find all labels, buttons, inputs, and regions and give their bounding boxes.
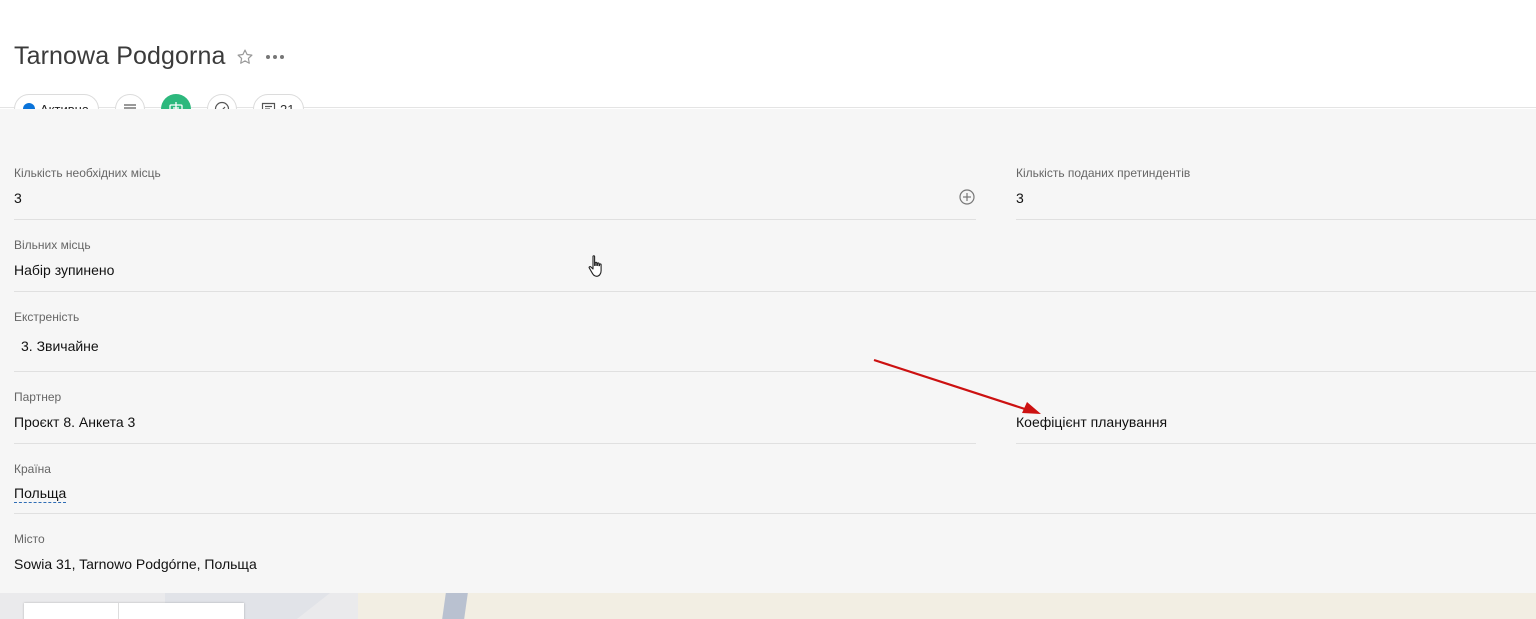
- star-icon[interactable]: [236, 47, 256, 67]
- map-road: [442, 593, 468, 619]
- page-title: Tarnowa Podgorna: [14, 42, 226, 70]
- field-underline: [14, 219, 976, 220]
- field-free-places[interactable]: Вільних місць Набір зупинено: [14, 238, 1536, 292]
- map-type-tabs: [24, 603, 244, 619]
- city-value: Sowia 31, Tarnowo Podgórne, Польща: [14, 556, 257, 572]
- submitted-candidates-value: 3: [1016, 190, 1024, 206]
- field-label: Кількість поданих претиндентів: [1016, 166, 1191, 180]
- field-underline: [14, 443, 976, 444]
- field-underline: [14, 291, 1536, 292]
- field-label: Місто: [14, 532, 45, 546]
- map-view[interactable]: [0, 593, 1536, 619]
- field-label: Екстреність: [14, 310, 80, 324]
- partner-link[interactable]: Проєкт 8. Анкета 3: [14, 414, 135, 430]
- map-land: [358, 593, 1536, 619]
- field-planning-coefficient[interactable]: Коефіцієнт планування: [1016, 390, 1536, 444]
- field-country[interactable]: Країна Польща: [14, 462, 1536, 514]
- field-underline: [1016, 443, 1536, 444]
- required-places-value: 3: [14, 190, 22, 206]
- record-header: Tarnowa Podgorna Активна 21: [0, 0, 1536, 124]
- field-required-places[interactable]: Кількість необхідних місць 3: [14, 166, 976, 220]
- urgency-value: 3. Звичайне: [21, 338, 99, 354]
- field-urgency[interactable]: Екстреність 3. Звичайне: [14, 310, 1536, 372]
- field-underline: [14, 513, 1536, 514]
- planning-coefficient-placeholder: Коефіцієнт планування: [1016, 414, 1168, 430]
- field-submitted-candidates[interactable]: Кількість поданих претиндентів 3: [1016, 166, 1536, 220]
- field-city[interactable]: Місто Sowia 31, Tarnowo Podgórne, Польща: [14, 532, 1536, 586]
- field-label: Кількість необхідних місць: [14, 166, 161, 180]
- country-link[interactable]: Польща: [14, 485, 67, 503]
- map-tab-map[interactable]: [24, 603, 119, 619]
- map-tab-satellite[interactable]: [119, 603, 244, 619]
- more-options-icon[interactable]: [265, 47, 287, 67]
- field-label: Партнер: [14, 390, 62, 404]
- title-row: Tarnowa Podgorna: [14, 42, 287, 71]
- field-underline: [1016, 219, 1536, 220]
- field-underline: [14, 371, 1536, 372]
- field-partner[interactable]: Партнер Проєкт 8. Анкета 3: [14, 390, 976, 444]
- add-icon[interactable]: [958, 188, 976, 206]
- free-places-value: Набір зупинено: [14, 262, 115, 278]
- field-label: Вільних місць: [14, 238, 91, 252]
- field-label: Країна: [14, 462, 51, 476]
- hand-cursor-icon: [588, 255, 602, 277]
- record-details: Кількість необхідних місць 3 Кількість п…: [0, 109, 1536, 593]
